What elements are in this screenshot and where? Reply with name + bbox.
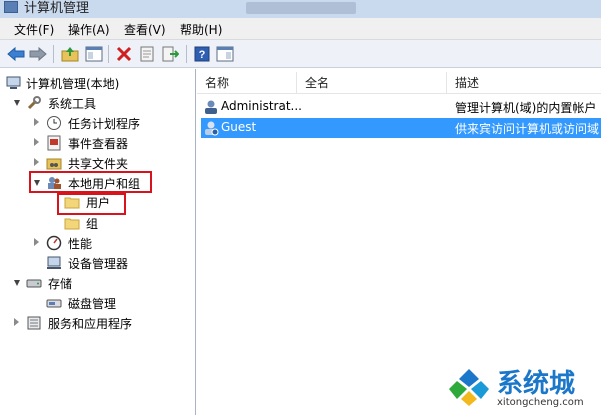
cell-description: 管理计算机(域)的内置帐户 bbox=[455, 101, 597, 115]
column-header-description[interactable]: 描述 bbox=[447, 72, 601, 94]
performance-icon bbox=[46, 235, 62, 251]
svg-text:?: ? bbox=[199, 49, 206, 61]
watermark: 系统城 xitongcheng.com bbox=[441, 365, 601, 415]
tools-icon bbox=[27, 96, 41, 110]
menu-help[interactable]: 帮助(H) bbox=[180, 21, 222, 38]
services-icon bbox=[27, 316, 41, 330]
collapse-arrow-icon[interactable] bbox=[14, 100, 20, 106]
delete-icon bbox=[116, 46, 132, 62]
menu-file[interactable]: 文件(F) bbox=[14, 21, 54, 38]
tree-item-label: 服务和应用程序 bbox=[48, 317, 133, 331]
table-row-selected[interactable]: Guest 供来宾访问计算机或访问域 bbox=[201, 118, 601, 138]
toolbar: ? bbox=[0, 40, 601, 68]
shared-folder-icon bbox=[46, 158, 62, 170]
list-header: 名称 全名 描述 bbox=[197, 72, 601, 94]
computer-management-icon bbox=[4, 1, 18, 13]
up-folder-icon bbox=[61, 47, 79, 62]
menu-bar: 文件(F) 操作(A) 查看(V) 帮助(H) bbox=[0, 18, 601, 40]
cell-description: 供来宾访问计算机或访问域 bbox=[455, 122, 600, 136]
toolbar-separator bbox=[53, 45, 54, 63]
menu-view[interactable]: 查看(V) bbox=[124, 21, 166, 38]
toolbar-separator bbox=[108, 45, 109, 63]
tree-item-label: 事件查看器 bbox=[68, 137, 129, 151]
computer-management-icon bbox=[6, 76, 21, 89]
clock-icon bbox=[47, 116, 61, 130]
device-manager-icon bbox=[47, 256, 61, 269]
properties-icon bbox=[140, 46, 154, 62]
show-hide-tree-button[interactable] bbox=[84, 44, 104, 64]
tree-item-label: 组 bbox=[86, 217, 99, 231]
collapse-arrow-icon[interactable] bbox=[14, 280, 20, 286]
menu-action[interactable]: 操作(A) bbox=[68, 21, 110, 38]
highlight-box-local-users bbox=[29, 171, 152, 193]
toolbar-separator bbox=[186, 45, 187, 63]
back-button[interactable] bbox=[6, 44, 26, 64]
properties-button[interactable] bbox=[137, 44, 157, 64]
help-icon: ? bbox=[194, 46, 210, 62]
tree-item-label: 任务计划程序 bbox=[68, 117, 141, 131]
tree-root-label: 计算机管理(本地) bbox=[26, 77, 120, 91]
tree-item-label: 磁盘管理 bbox=[68, 297, 117, 311]
window-title: 计算机管理 bbox=[24, 1, 90, 16]
help-button[interactable]: ? bbox=[192, 44, 212, 64]
show-hide-tree-icon bbox=[85, 46, 103, 62]
user-icon bbox=[205, 100, 217, 114]
expand-arrow-icon[interactable] bbox=[34, 138, 39, 146]
disk-icon bbox=[46, 299, 62, 308]
column-header-fullname[interactable]: 全名 bbox=[297, 72, 447, 94]
export-list-button[interactable] bbox=[160, 44, 180, 64]
storage-icon bbox=[26, 279, 42, 288]
navigation-tree: 计算机管理(本地) 系统工具 任务计划程序 事件查看器 共享文件夹 本地用户和组… bbox=[2, 69, 196, 415]
tree-item-label: 设备管理器 bbox=[68, 257, 129, 271]
back-arrow-icon bbox=[7, 46, 25, 62]
tree-item-label: 共享文件夹 bbox=[68, 157, 129, 171]
watermark-subtext: xitongcheng.com bbox=[497, 397, 584, 408]
tree-item-label: 性能 bbox=[68, 237, 93, 251]
delete-button[interactable] bbox=[114, 44, 134, 64]
watermark-text: 系统城 bbox=[497, 369, 576, 399]
tree-item-label: 存储 bbox=[48, 277, 73, 291]
folder-icon bbox=[64, 218, 80, 230]
expand-arrow-icon[interactable] bbox=[14, 318, 19, 326]
cell-name: Administrat... bbox=[221, 99, 301, 113]
watermark-logo-icon bbox=[449, 369, 489, 406]
column-header-name[interactable]: 名称 bbox=[197, 72, 297, 94]
expand-arrow-icon[interactable] bbox=[34, 158, 39, 166]
forward-button[interactable] bbox=[28, 44, 48, 64]
expand-arrow-icon[interactable] bbox=[34, 118, 39, 126]
expand-arrow-icon[interactable] bbox=[34, 238, 39, 246]
event-viewer-icon bbox=[47, 135, 61, 151]
highlight-box-users bbox=[57, 193, 126, 215]
table-row[interactable]: Administrat... 管理计算机(域)的内置帐户 bbox=[201, 97, 601, 117]
tree-item-label: 系统工具 bbox=[48, 97, 97, 111]
guest-user-icon bbox=[205, 121, 219, 136]
up-button[interactable] bbox=[60, 44, 80, 64]
title-bar: 计算机管理 bbox=[0, 0, 601, 18]
blurred-area bbox=[246, 2, 356, 14]
cell-name: Guest bbox=[221, 120, 257, 134]
forward-arrow-icon bbox=[29, 46, 47, 62]
action-pane-button[interactable] bbox=[215, 44, 235, 64]
action-pane-icon bbox=[216, 46, 234, 62]
export-list-icon bbox=[162, 46, 179, 62]
